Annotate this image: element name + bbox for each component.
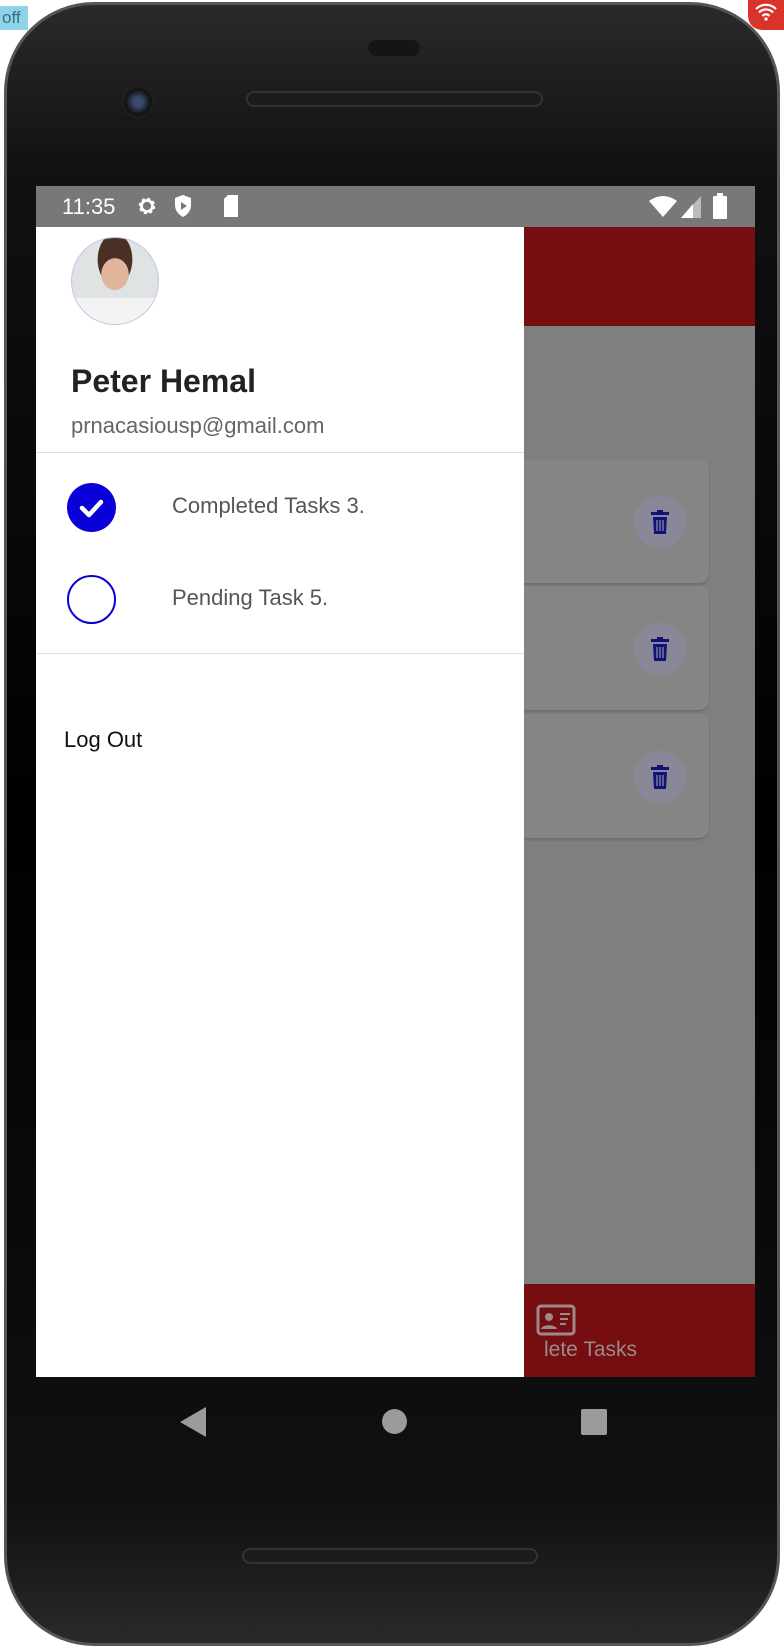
trash-icon bbox=[651, 510, 669, 534]
gear-icon bbox=[138, 197, 156, 215]
user-email: prnacasiousp@gmail.com bbox=[71, 413, 325, 438]
delete-button[interactable] bbox=[634, 751, 686, 803]
task-card[interactable] bbox=[516, 714, 709, 838]
status-time: 11:35 bbox=[62, 194, 116, 219]
navigation-drawer: Peter Hemal prnacasiousp@gmail.com Compl… bbox=[36, 227, 524, 1377]
delete-button[interactable] bbox=[634, 496, 686, 548]
task-card[interactable] bbox=[516, 459, 709, 583]
divider bbox=[36, 452, 524, 453]
bottom-nav: lete Tasks bbox=[524, 1284, 755, 1377]
drawer-item-label: Completed Tasks 3. bbox=[172, 493, 365, 518]
delete-button[interactable] bbox=[634, 623, 686, 675]
system-nav-bar bbox=[36, 1377, 755, 1467]
status-bar: 11:35 bbox=[36, 186, 755, 227]
drawer-item-label: Pending Task 5. bbox=[172, 585, 329, 610]
logout-button[interactable]: Log Out bbox=[64, 727, 142, 753]
contact-card-icon[interactable] bbox=[536, 1304, 576, 1336]
avatar[interactable] bbox=[71, 237, 159, 325]
task-card[interactable] bbox=[516, 586, 709, 710]
user-name: Peter Hemal bbox=[71, 363, 256, 399]
check-circle-icon bbox=[67, 483, 116, 532]
divider bbox=[36, 653, 524, 654]
drawer-item-pending-tasks[interactable]: Pending Task 5. bbox=[36, 555, 524, 643]
sensor bbox=[368, 40, 420, 56]
app-bar bbox=[524, 227, 755, 326]
drawer-item-completed-tasks[interactable]: Completed Tasks 3. bbox=[36, 463, 524, 551]
empty-circle-icon bbox=[67, 575, 116, 624]
trash-icon bbox=[651, 765, 669, 789]
corner-tag: off bbox=[0, 6, 28, 30]
recents-icon[interactable] bbox=[581, 1409, 607, 1435]
bottom-nav-label[interactable]: lete Tasks bbox=[544, 1338, 637, 1362]
wifi-indicator-icon bbox=[748, 0, 784, 30]
sd-card-icon bbox=[224, 195, 238, 217]
bottom-speaker bbox=[242, 1548, 538, 1564]
screen: 11:35 lete Tasks Peter Hemal prnacasious… bbox=[36, 186, 755, 1377]
battery-icon bbox=[713, 193, 727, 219]
shield-play-icon bbox=[175, 195, 191, 217]
front-camera bbox=[122, 86, 154, 118]
back-icon[interactable] bbox=[180, 1407, 206, 1437]
wifi-icon bbox=[649, 196, 677, 217]
trash-icon bbox=[651, 637, 669, 661]
home-icon[interactable] bbox=[382, 1409, 407, 1434]
earpiece-speaker bbox=[246, 91, 543, 107]
signal-icon bbox=[681, 196, 701, 218]
